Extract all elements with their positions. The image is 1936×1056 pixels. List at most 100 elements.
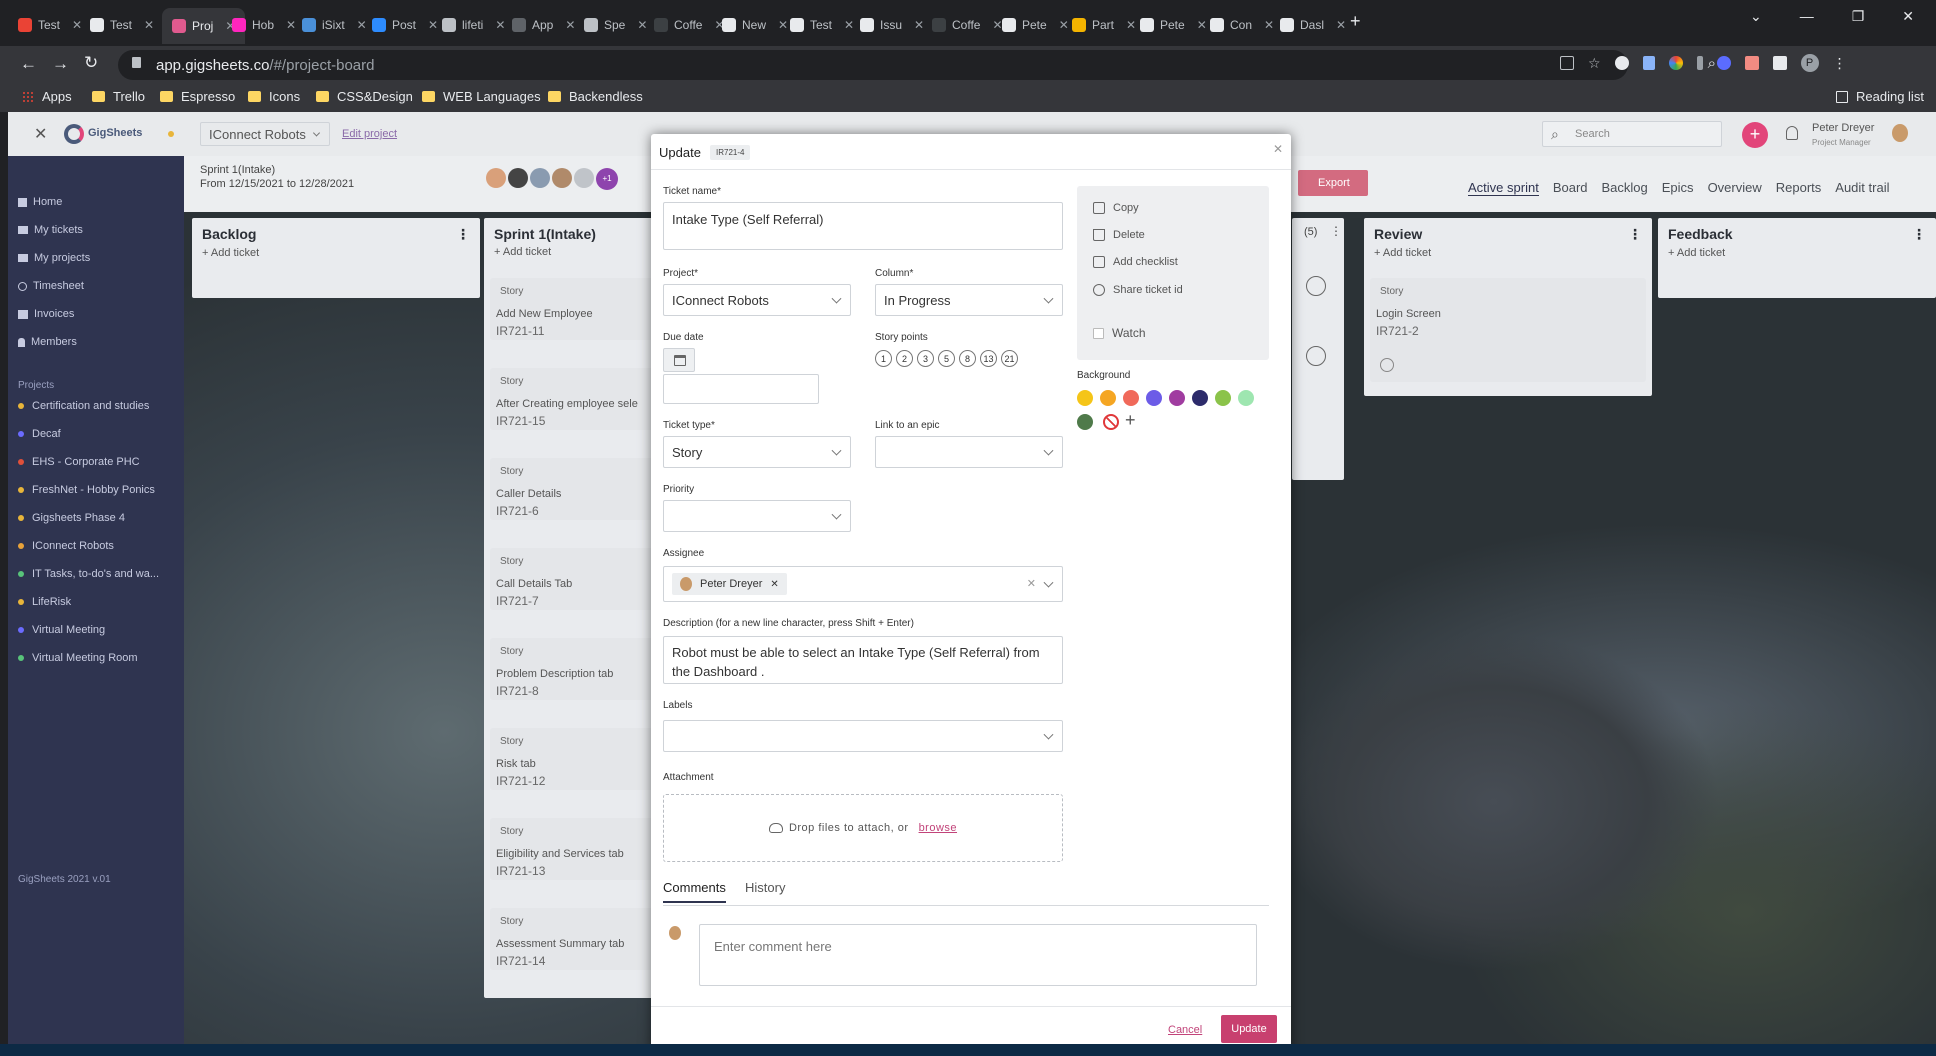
close-tab-icon[interactable]: ✕ — [914, 18, 924, 32]
close-tab-icon[interactable]: ✕ — [1336, 18, 1346, 32]
nav-members[interactable]: Members — [18, 336, 77, 348]
extension-5-icon[interactable] — [1716, 56, 1731, 70]
add-color-icon[interactable]: + — [1125, 410, 1136, 431]
chrome-menu-icon[interactable]: ⋮ — [1833, 56, 1847, 72]
share-icon[interactable] — [1560, 56, 1574, 70]
extension-2-icon[interactable] — [1642, 56, 1655, 70]
bookmark-css-design[interactable]: CSS&Design — [316, 89, 413, 104]
epic-select[interactable] — [875, 436, 1063, 468]
extensions-puzzle-icon[interactable] — [1772, 56, 1787, 70]
sidebar-project-item[interactable]: FreshNet - Hobby Ponics — [18, 484, 155, 496]
extension-4-icon[interactable] — [1696, 56, 1703, 70]
bookmark-web-languages[interactable]: WEB Languages — [422, 89, 541, 104]
export-button[interactable]: Export — [1298, 170, 1368, 196]
color-swatch[interactable] — [1077, 390, 1093, 406]
ticket-card[interactable]: Story Risk tab IR721-12 — [490, 728, 658, 790]
reading-list[interactable]: Reading list — [1836, 89, 1924, 104]
color-swatch[interactable] — [1192, 390, 1208, 406]
column-menu-icon[interactable]: ⋮ — [1330, 224, 1342, 238]
browser-tab[interactable]: Pete ✕ — [1002, 10, 1069, 40]
back-icon[interactable]: ← — [20, 54, 37, 74]
close-tab-icon[interactable]: ✕ — [1264, 18, 1274, 32]
address-bar[interactable]: app.gigsheets.co/#/project-board ⌕ — [118, 50, 1716, 80]
add-ticket-link[interactable]: + Add ticket — [1364, 247, 1652, 259]
story-point-option[interactable]: 5 — [938, 350, 955, 367]
ticket-card[interactable]: Story After Creating employee sele IR721-1… — [490, 368, 658, 430]
browser-tab[interactable]: Issu ✕ — [860, 10, 924, 40]
close-window-icon[interactable]: ✕ — [1902, 8, 1914, 25]
ticket-card[interactable]: Story Add New Employee IR721-11 — [490, 278, 658, 340]
nav-tab[interactable]: Backlog — [1602, 180, 1648, 196]
add-ticket-link[interactable]: + Add ticket — [484, 246, 664, 258]
watch-checkbox[interactable]: Watch — [1093, 326, 1146, 340]
nav-tab[interactable]: Active sprint — [1468, 180, 1539, 196]
browser-tab[interactable]: Dasl ✕ — [1280, 10, 1346, 40]
close-tab-icon[interactable]: ✕ — [286, 18, 296, 32]
story-point-option[interactable]: 21 — [1001, 350, 1018, 367]
labels-select[interactable] — [663, 720, 1063, 752]
browser-tab[interactable]: Test ✕ — [18, 10, 82, 40]
add-button[interactable]: + — [1742, 122, 1768, 148]
close-tab-icon[interactable]: ✕ — [778, 18, 788, 32]
sidebar-project-item[interactable]: Gigsheets Phase 4 — [18, 512, 125, 524]
ticket-name-input[interactable]: Intake Type (Self Referral) — [663, 202, 1063, 250]
sidebar-project-item[interactable]: IConnect Robots — [18, 540, 114, 552]
avatar[interactable] — [552, 168, 572, 188]
search-box[interactable]: ⌕ Search — [1542, 121, 1722, 147]
color-swatch[interactable] — [1077, 414, 1093, 430]
close-tab-icon[interactable]: ✕ — [495, 18, 505, 32]
nav-home[interactable]: Home — [18, 196, 62, 208]
ticket-card[interactable]: Story Call Details Tab IR721-7 — [490, 548, 658, 610]
extension-3-icon[interactable] — [1668, 56, 1683, 70]
share-ticket-action[interactable]: Share ticket id — [1093, 284, 1183, 296]
browser-tab[interactable]: App ✕ — [512, 10, 575, 40]
close-tab-icon[interactable]: ✕ — [1059, 18, 1069, 32]
ticket-card[interactable]: Story Caller Details IR721-6 — [490, 458, 658, 520]
extension-6-icon[interactable] — [1744, 56, 1759, 70]
extension-1-icon[interactable] — [1614, 56, 1629, 70]
project-select[interactable]: IConnect Robots — [663, 284, 851, 316]
avatar[interactable] — [486, 168, 506, 188]
forward-icon[interactable]: → — [52, 54, 69, 74]
browser-tab[interactable]: Con ✕ — [1210, 10, 1274, 40]
minimize-icon[interactable]: — — [1800, 8, 1814, 25]
story-point-option[interactable]: 2 — [896, 350, 913, 367]
sidebar-project-item[interactable]: Virtual Meeting Room — [18, 652, 138, 664]
story-point-option[interactable]: 1 — [875, 350, 892, 367]
avatar-more-badge[interactable]: +1 — [596, 168, 618, 190]
close-tab-icon[interactable]: ✕ — [565, 18, 575, 32]
remove-chip-icon[interactable]: ✕ — [770, 579, 778, 590]
bookmark-trello[interactable]: Trello — [92, 89, 145, 104]
browser-tab[interactable]: iSixt ✕ — [302, 10, 367, 40]
user-avatar[interactable] — [1892, 124, 1908, 142]
bookmark-apps[interactable]: Apps — [22, 89, 72, 104]
avatar[interactable] — [508, 168, 528, 188]
restore-icon[interactable]: ❐ — [1852, 8, 1865, 25]
expand-circle-icon[interactable] — [1306, 276, 1326, 296]
priority-select[interactable] — [663, 500, 851, 532]
color-swatch[interactable] — [1215, 390, 1231, 406]
sidebar-project-item[interactable]: Decaf — [18, 428, 61, 440]
collapse-circle-icon[interactable] — [1306, 346, 1326, 366]
checkbox[interactable] — [1093, 327, 1104, 339]
nav-my-tickets[interactable]: My tickets — [18, 224, 83, 236]
close-tab-icon[interactable]: ✕ — [637, 18, 647, 32]
close-icon[interactable]: ✕ — [1273, 142, 1283, 156]
close-tab-icon[interactable]: ✕ — [844, 18, 854, 32]
project-select[interactable]: IConnect Robots — [200, 122, 330, 146]
ticket-card[interactable]: Story Login Screen IR721-2 — [1370, 278, 1646, 382]
tab-search-icon[interactable]: ⌄ — [1750, 8, 1762, 25]
close-tab-icon[interactable]: ✕ — [72, 18, 82, 32]
nav-tab[interactable]: Audit trail — [1835, 180, 1889, 196]
browser-tab[interactable]: lifeti ✕ — [442, 10, 505, 40]
nav-tab[interactable]: Epics — [1662, 180, 1694, 196]
bookmark-icons[interactable]: Icons — [248, 89, 300, 104]
close-tab-icon[interactable]: ✕ — [1197, 18, 1207, 32]
nav-tab[interactable]: Overview — [1708, 180, 1762, 196]
delete-action[interactable]: Delete — [1093, 229, 1145, 241]
close-tab-icon[interactable]: ✕ — [428, 18, 438, 32]
add-ticket-link[interactable]: + Add ticket — [192, 247, 480, 259]
comment-textarea[interactable]: Enter comment here — [699, 924, 1257, 986]
description-textarea[interactable]: Robot must be able to select an Intake T… — [663, 636, 1063, 684]
column-menu-icon[interactable]: ⋮ — [456, 226, 470, 243]
